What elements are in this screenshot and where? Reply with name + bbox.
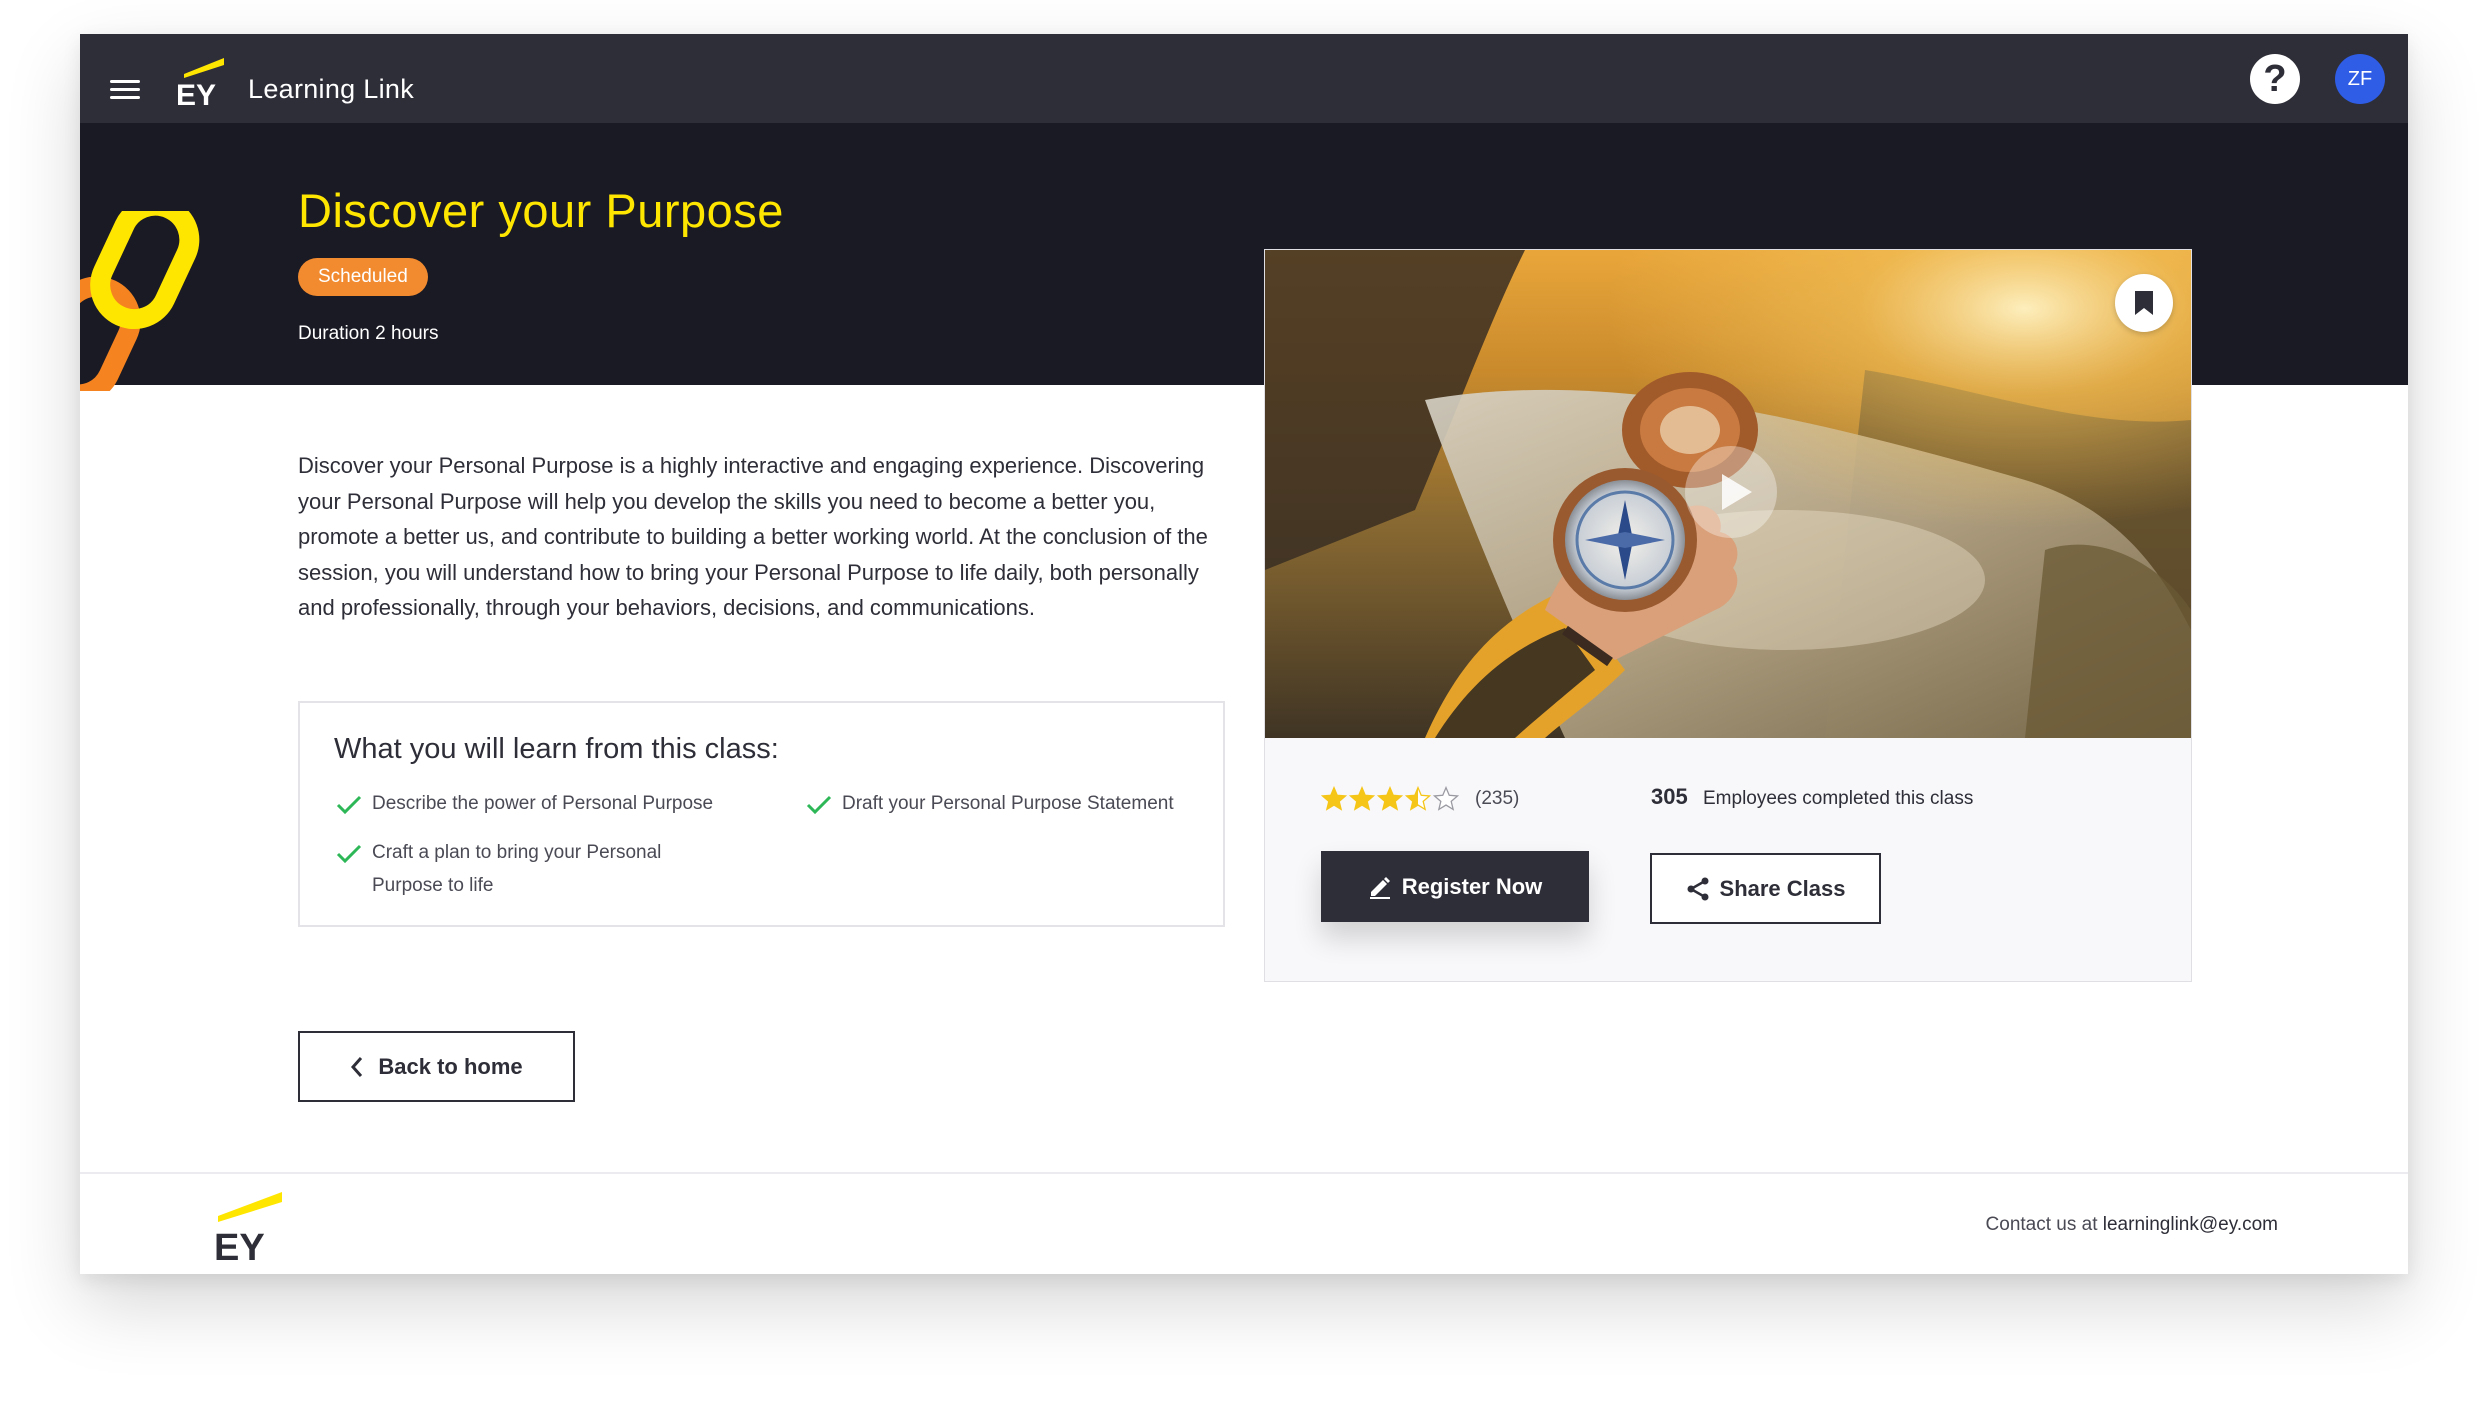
app-title: Learning Link	[248, 74, 415, 104]
checkmark-icon	[336, 795, 362, 815]
help-icon[interactable]: ?	[2250, 54, 2300, 104]
svg-text:EY: EY	[176, 79, 216, 108]
checkmark-icon	[806, 795, 832, 815]
course-video-thumbnail[interactable]	[1265, 250, 2191, 738]
star-icon	[1433, 786, 1459, 811]
star-icon	[1349, 786, 1375, 811]
share-class-button[interactable]: Share Class	[1650, 853, 1881, 924]
register-now-button[interactable]: Register Now	[1321, 851, 1589, 922]
share-class-label: Share Class	[1719, 875, 1846, 901]
chain-link-decoration-icon	[80, 211, 200, 391]
learning-outcome-item: Describe the power of Personal Purpose	[336, 787, 776, 820]
course-card: (235) 305 Employees completed this class…	[1264, 249, 2192, 982]
contact-prefix: Contact us at	[1985, 1214, 2098, 1235]
chevron-left-icon	[351, 1056, 363, 1077]
user-avatar[interactable]: ZF	[2335, 54, 2385, 104]
bookmark-glyph-icon	[2135, 291, 2153, 315]
completed-count: 305	[1651, 784, 1688, 809]
ey-logo-icon[interactable]: EY	[168, 48, 228, 108]
course-duration: Duration 2 hours	[298, 323, 439, 344]
back-to-home-button[interactable]: Back to home	[298, 1031, 575, 1102]
contact-email-link[interactable]: learninglink@ey.com	[2103, 1214, 2278, 1235]
page-footer: EY Contact us at learninglink@ey.com	[80, 1172, 2408, 1274]
bookmark-icon[interactable]	[2115, 274, 2173, 332]
register-now-label: Register Now	[1401, 873, 1543, 899]
learning-outcome-text: Describe the power of Personal Purpose	[372, 793, 714, 814]
ey-footer-logo-icon: EY	[214, 1192, 282, 1262]
star-icon	[1321, 786, 1347, 811]
completed-label: Employees completed this class	[1703, 788, 1974, 809]
hamburger-menu-icon[interactable]	[110, 80, 140, 100]
star-icon	[1377, 786, 1403, 811]
pencil-icon	[1369, 876, 1390, 899]
learning-outcome-item: Craft a plan to bring your Personal Purp…	[336, 836, 716, 902]
learning-outcomes-panel: What you will learn from this class: Des…	[298, 701, 1225, 927]
top-navigation-bar: EY Learning Link ? ZF	[80, 34, 2408, 123]
contact-info: Contact us at learninglink@ey.com	[1986, 1214, 2278, 1236]
share-icon	[1687, 877, 1709, 900]
play-icon[interactable]	[1685, 446, 1777, 538]
page-stage: EY Learning Link ? ZF Discover your Purp…	[0, 0, 2488, 1401]
svg-text:EY: EY	[214, 1227, 265, 1262]
learning-outcome-text: Craft a plan to bring your Personal Purp…	[372, 842, 662, 896]
rating-count: (235)	[1475, 788, 1520, 809]
checkmark-icon	[336, 844, 362, 864]
status-badge: Scheduled	[298, 258, 428, 296]
learning-outcome-item: Draft your Personal Purpose Statement	[806, 787, 1226, 820]
learning-outcome-text: Draft your Personal Purpose Statement	[842, 793, 1174, 814]
course-description: Discover your Personal Purpose is a high…	[298, 453, 1208, 620]
app-window: EY Learning Link ? ZF Discover your Purp…	[80, 34, 2408, 1274]
star-icon	[1405, 786, 1431, 811]
back-to-home-label: Back to home	[378, 1053, 523, 1079]
course-title: Discover your Purpose	[298, 184, 784, 237]
learning-outcomes-heading: What you will learn from this class:	[334, 733, 779, 765]
star-rating	[1321, 786, 1459, 812]
